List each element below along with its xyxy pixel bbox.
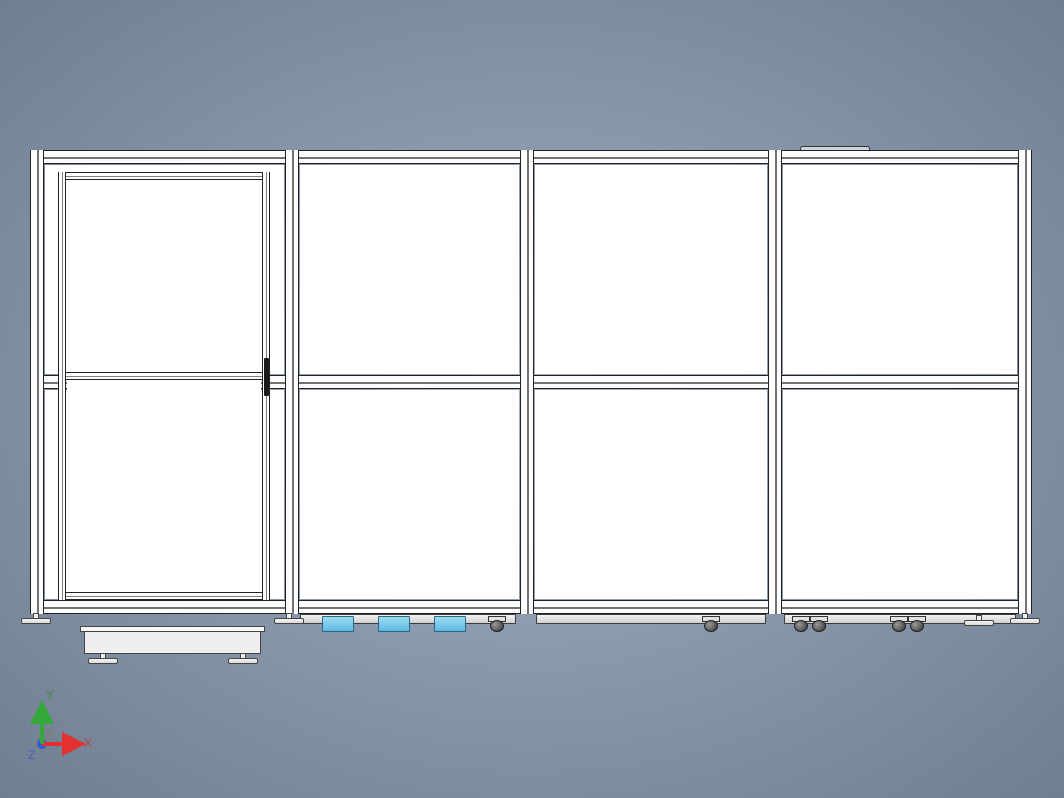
view-triad[interactable]: X Y Z [28, 686, 108, 766]
door-frame[interactable] [58, 172, 270, 600]
post-4 [768, 150, 782, 614]
caster-d1b [808, 616, 830, 632]
blue-foot-2 [378, 616, 410, 632]
foot-d-end [968, 616, 990, 626]
caster-c2 [700, 616, 722, 632]
post-right [1018, 150, 1032, 614]
door-panel-upper [67, 181, 261, 371]
platform-foot-left [92, 654, 114, 664]
caster-d2b [906, 616, 928, 632]
axis-x-label: X [84, 736, 92, 750]
lower-platform-cap [80, 626, 265, 632]
caster-c1 [486, 616, 508, 632]
panel-B-lower [300, 390, 519, 599]
axis-z-label: Z [28, 748, 35, 762]
panel-B-upper [300, 165, 519, 374]
platform-foot-right [232, 654, 254, 664]
panel-D-upper [783, 165, 1017, 374]
panel-C-lower [535, 390, 767, 599]
foot-5 [1014, 614, 1036, 624]
cad-viewport[interactable]: X Y Z [0, 0, 1064, 798]
lower-platform [84, 630, 261, 654]
axis-y-label: Y [46, 688, 54, 702]
foot-1 [25, 614, 47, 624]
foot-2 [278, 614, 300, 624]
blue-foot-1 [322, 616, 354, 632]
panel-D-lower [783, 390, 1017, 599]
base-track-C [536, 614, 766, 624]
panel-C-upper [535, 165, 767, 374]
post-2 [285, 150, 299, 614]
post-3 [520, 150, 534, 614]
blue-foot-3 [434, 616, 466, 632]
door-panel-lower [67, 381, 261, 591]
door-handle[interactable] [264, 358, 269, 396]
post-left [30, 150, 44, 614]
